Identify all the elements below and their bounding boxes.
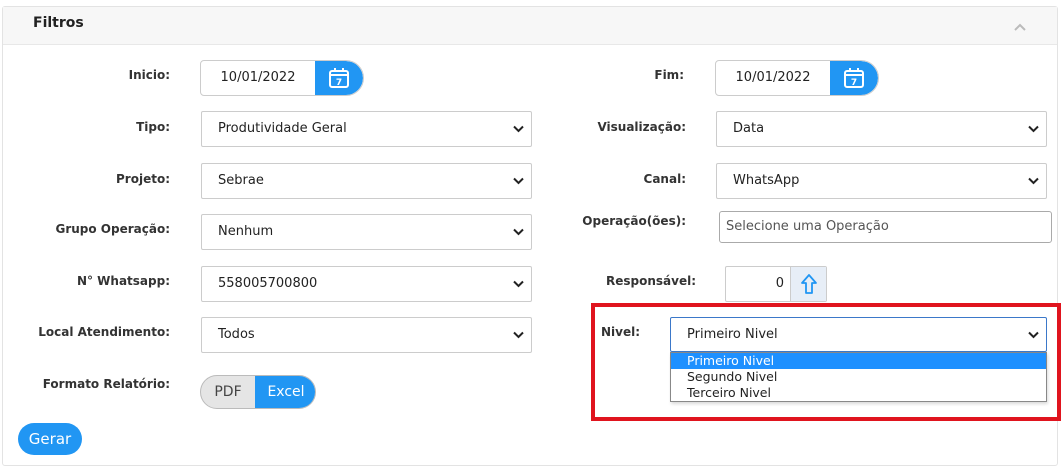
end-date-field[interactable]: 10/01/2022 7 bbox=[715, 60, 879, 96]
grupo-operacao-select[interactable]: Nenhum bbox=[201, 214, 532, 250]
stepper-up-button[interactable] bbox=[790, 267, 826, 301]
arrow-up-icon bbox=[800, 274, 817, 294]
gerar-button[interactable]: Gerar bbox=[18, 423, 82, 455]
calendar-icon: 7 bbox=[844, 68, 864, 88]
operacoes-input[interactable]: Selecione uma Operação bbox=[719, 211, 1052, 243]
label-visualizacao: Visualização: bbox=[597, 120, 686, 134]
label-projeto: Projeto: bbox=[116, 172, 170, 186]
calendar-day: 7 bbox=[336, 78, 342, 88]
whatsapp-value: 558005700800 bbox=[218, 276, 318, 291]
chevron-down-icon bbox=[513, 331, 524, 339]
formato-toggle: PDF Excel bbox=[200, 375, 316, 409]
excel-option[interactable]: Excel bbox=[255, 376, 315, 408]
label-fim: Fim: bbox=[654, 68, 684, 82]
label-grupo-operacao: Grupo Operação: bbox=[55, 222, 170, 236]
calendar-day: 7 bbox=[851, 78, 857, 88]
label-local-atendimento: Local Atendimento: bbox=[38, 325, 170, 339]
pdf-option[interactable]: PDF bbox=[201, 376, 255, 408]
visualizacao-select[interactable]: Data bbox=[716, 111, 1047, 147]
start-date-value[interactable]: 10/01/2022 bbox=[201, 61, 315, 95]
chevron-down-icon bbox=[513, 280, 524, 288]
chevron-down-icon bbox=[513, 177, 524, 185]
tipo-value: Produtividade Geral bbox=[218, 121, 347, 136]
chevron-down-icon bbox=[1028, 125, 1039, 133]
whatsapp-select[interactable]: 558005700800 bbox=[201, 266, 532, 302]
local-atendimento-select[interactable]: Todos bbox=[201, 317, 532, 353]
chevron-down-icon bbox=[513, 125, 524, 133]
label-canal: Canal: bbox=[643, 172, 686, 186]
end-date-value[interactable]: 10/01/2022 bbox=[716, 61, 830, 95]
label-whatsapp: N° Whatsapp: bbox=[76, 274, 170, 288]
tipo-select[interactable]: Produtividade Geral bbox=[201, 111, 532, 147]
calendar-icon: 7 bbox=[329, 68, 349, 88]
projeto-value: Sebrae bbox=[218, 173, 264, 188]
responsavel-stepper[interactable]: 0 bbox=[725, 266, 827, 302]
canal-select[interactable]: WhatsApp bbox=[716, 163, 1047, 199]
chevron-down-icon bbox=[1028, 177, 1039, 185]
panel-header[interactable]: Filtros bbox=[3, 7, 1057, 45]
responsavel-value[interactable]: 0 bbox=[726, 267, 784, 301]
grupo-operacao-value: Nenhum bbox=[218, 224, 274, 239]
label-operacoes: Operação(ões): bbox=[582, 214, 686, 228]
label-inicio: Inicio: bbox=[128, 68, 170, 82]
panel-title: Filtros bbox=[33, 15, 84, 31]
chevron-down-icon bbox=[513, 228, 524, 236]
label-responsavel: Responsável: bbox=[605, 274, 696, 288]
start-calendar-button[interactable]: 7 bbox=[315, 61, 363, 95]
highlight-box bbox=[591, 303, 1061, 421]
end-calendar-button[interactable]: 7 bbox=[830, 61, 878, 95]
label-tipo: Tipo: bbox=[136, 120, 170, 134]
chevron-up-icon[interactable] bbox=[1013, 22, 1027, 32]
operacoes-placeholder: Selecione uma Operação bbox=[726, 219, 889, 234]
local-atendimento-value: Todos bbox=[218, 327, 255, 342]
visualizacao-value: Data bbox=[733, 121, 765, 136]
projeto-select[interactable]: Sebrae bbox=[201, 163, 532, 199]
label-formato-relatorio: Formato Relatório: bbox=[42, 377, 170, 391]
start-date-field[interactable]: 10/01/2022 7 bbox=[200, 60, 364, 96]
canal-value: WhatsApp bbox=[733, 173, 800, 188]
